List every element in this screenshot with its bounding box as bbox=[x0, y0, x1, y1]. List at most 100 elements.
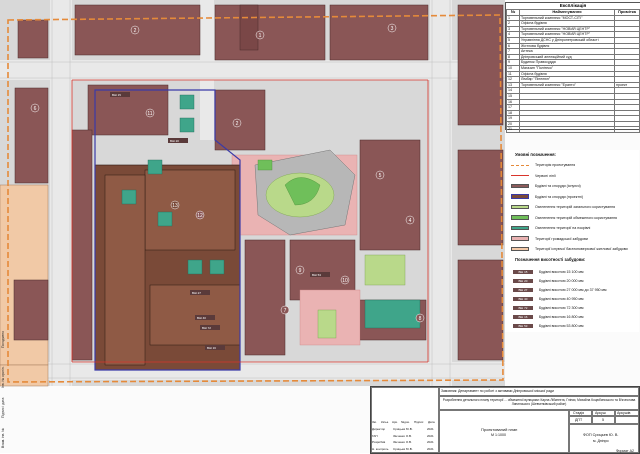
legend-label: Будівлі та споруди (існуючі) bbox=[535, 184, 581, 188]
stage-label: Стадія bbox=[573, 411, 585, 415]
revision-column-header: Зм. bbox=[372, 420, 377, 424]
height-item: ВШ 40 Будівлі висотою 40 950 мм bbox=[513, 296, 583, 302]
height-badge: ВШ 40 bbox=[513, 296, 533, 302]
height-label: Будівлі висотою 16 800 мм bbox=[539, 315, 584, 319]
side-label: Взам. інв. № bbox=[1, 428, 5, 448]
block-number: 6 bbox=[34, 106, 37, 112]
block-number: 4 bbox=[409, 218, 412, 224]
side-label: Інв. № оригін. bbox=[1, 366, 5, 388]
scale-label: М 1:1000 bbox=[491, 433, 506, 437]
block-number: 9 bbox=[299, 268, 302, 274]
revision-column-header: Підпис bbox=[414, 420, 424, 424]
side-approval-column: Погоджено Інв. № оригін. Підпис і дата В… bbox=[1, 300, 9, 450]
explication-row: 21 bbox=[506, 126, 640, 134]
block-number: 13 bbox=[172, 203, 178, 209]
sheet-label: Аркуш bbox=[595, 411, 606, 415]
height-item: ВШ 16 Будівлі висотою 16 800 мм bbox=[513, 314, 583, 320]
legend-swatch bbox=[511, 194, 529, 199]
block-number: 1 bbox=[259, 33, 262, 39]
side-label: Погоджено bbox=[1, 330, 5, 348]
legend-item: Озеленення територій обмеженого користув… bbox=[511, 215, 617, 221]
revision-column-header: Дата bbox=[428, 420, 435, 424]
height-label: Будівлі висотою 53 800 мм bbox=[539, 324, 584, 328]
height-badge: ВШ 27 bbox=[513, 287, 533, 293]
legend-label: Озеленення територій загального користув… bbox=[535, 205, 616, 209]
signature-role: Директор bbox=[372, 427, 386, 431]
height-label: Будівлі висотою 72 300 мм bbox=[539, 306, 584, 310]
heights-title: Позначення висотності забудови: bbox=[515, 257, 586, 262]
legend-label: Території громадської забудови bbox=[535, 236, 588, 241]
height-badge-label: ВШ 27 bbox=[192, 291, 201, 295]
legend-swatch bbox=[511, 164, 529, 166]
revision-column-header: Арк. bbox=[392, 420, 398, 424]
signature-role: Розробив bbox=[372, 440, 386, 444]
block-number: 8 bbox=[419, 316, 422, 322]
legend-label: Будівлі та споруди (проектні) bbox=[535, 194, 584, 199]
block-number: 2 bbox=[134, 28, 137, 34]
legend-item: Територія проектування bbox=[511, 162, 575, 168]
explication-rows: 1 Торговельний комплекс "МОСТ-СІТІ" 2 Офісн… bbox=[506, 14, 640, 134]
legend-label: Території існуючої багатоповерхової житл… bbox=[535, 247, 628, 251]
explication-cell-note bbox=[614, 126, 640, 134]
explication-row: 13 Торговельний комплекс "Ерапто" проект bbox=[506, 81, 640, 89]
block-number: 3 bbox=[391, 26, 394, 32]
height-badge-label: ВШ 53 bbox=[312, 273, 321, 277]
revision-column-header: №док. bbox=[401, 420, 410, 424]
height-badge-label: ВШ 72 bbox=[202, 326, 211, 330]
legend-item: Будівлі та споруди (проектні) bbox=[511, 194, 583, 200]
signature-name: Срицьев Ю.В. bbox=[393, 446, 413, 451]
legend-swatch bbox=[511, 215, 529, 220]
explication-cell-n: 21 bbox=[506, 126, 520, 134]
signature-year: 2021 bbox=[427, 427, 434, 431]
stage-value: ДПТ bbox=[575, 418, 583, 422]
height-label: Будівлі висотою 27 000 мм до 37 950 мм bbox=[539, 288, 607, 292]
height-badge-label: ВШ 40 bbox=[197, 316, 206, 320]
revision-column-header: Кільк. bbox=[381, 420, 389, 424]
height-badge-label: ВШ 15 bbox=[112, 93, 121, 97]
format-label: Формат А2 bbox=[615, 449, 634, 453]
height-item: ВШ 53 Будівлі висотою 53 800 мм bbox=[513, 323, 583, 329]
signature-role: Н. контроль bbox=[372, 446, 389, 451]
height-badge: ВШ 20 bbox=[513, 278, 533, 284]
legend-item: Території громадської забудови bbox=[511, 236, 588, 242]
height-label: Будівлі висотою 40 950 мм bbox=[539, 297, 584, 301]
company-city: м. Дніпро bbox=[593, 439, 609, 443]
legend-swatch bbox=[511, 246, 529, 252]
legend-label: Озеленення територій обмеженого користув… bbox=[535, 215, 617, 220]
legend-swatch bbox=[511, 236, 529, 241]
sheet-title: Проектований план bbox=[481, 427, 518, 432]
height-badge-label: ВШ 20 bbox=[170, 139, 179, 143]
legend-item: Червоні лінії bbox=[511, 173, 556, 179]
sheets-label: Аркушів bbox=[617, 411, 631, 415]
customer-text: Замовник: Департамент по роботі з актива… bbox=[441, 389, 554, 393]
legend-label: Червоні лінії bbox=[535, 173, 556, 178]
height-label: Будівлі висотою 20 000 мм bbox=[539, 279, 584, 283]
legend-label: Озеленення території на покрівлі bbox=[535, 226, 591, 230]
block-number: 2 bbox=[236, 121, 239, 127]
signature-name: Зінченко О.В. bbox=[393, 440, 412, 444]
signature-year: 2021 bbox=[427, 440, 434, 444]
legend-label: Територія проектування bbox=[535, 163, 576, 167]
height-badge: ВШ 16 bbox=[513, 314, 533, 320]
height-item: ВШ 20 Будівлі висотою 20 000 мм bbox=[513, 278, 583, 284]
side-label: Підпис і дата bbox=[1, 397, 5, 418]
explication-table: Експлікація № Найменування Примітка 1 Тор… bbox=[505, 2, 640, 134]
height-item: ВШ 72 Будівлі висотою 72 300 мм bbox=[513, 305, 583, 311]
height-badge-label: ВШ 16 bbox=[207, 346, 216, 350]
project-title: Розроблення детального плану території .… bbox=[442, 398, 636, 406]
legend-panel: Умовні позначення: Територія проектуванн… bbox=[505, 150, 639, 332]
legend-item: Озеленення території на покрівлі bbox=[511, 225, 590, 231]
height-badge: ВШ 53 bbox=[513, 323, 533, 329]
height-badge: ВШ 15 bbox=[513, 269, 533, 275]
legend-swatch bbox=[511, 225, 529, 231]
block-number: 7 bbox=[284, 308, 287, 314]
title-block: Замовник: Департамент по роботі з актива… bbox=[370, 386, 640, 454]
legend-item: Будівлі та споруди (існуючі) bbox=[511, 183, 581, 189]
block-number: 11 bbox=[147, 111, 152, 117]
signature-name: Зінченко О.В. bbox=[393, 433, 412, 438]
block-number: 5 bbox=[379, 173, 382, 179]
block-number: 10 bbox=[342, 278, 348, 284]
height-item: ВШ 15 Будівлі висотою 15 100 мм bbox=[513, 269, 583, 275]
signature-role: ГАП bbox=[372, 433, 378, 438]
legend-swatch bbox=[511, 204, 529, 210]
